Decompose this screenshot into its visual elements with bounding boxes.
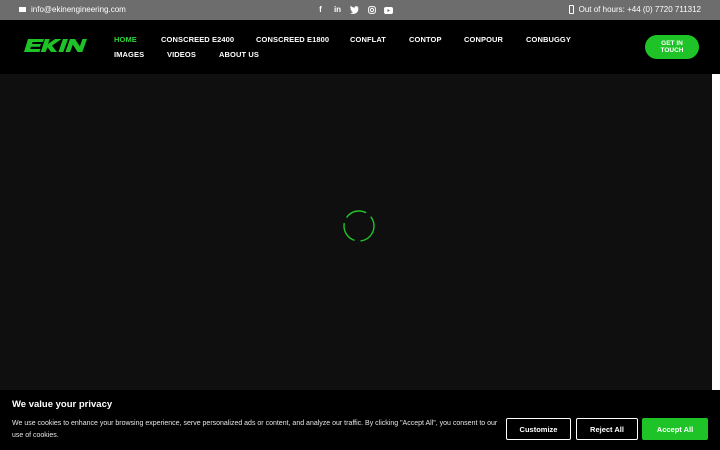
cookie-message: We use cookies to enhance your browsing …: [12, 420, 498, 439]
site-header: HOME CONSCREED E2400 CONSCREED E1800 CON…: [0, 20, 720, 74]
nav-item-home[interactable]: HOME: [114, 35, 137, 44]
get-in-touch-button[interactable]: GET IN TOUCH: [645, 35, 699, 59]
top-bar: info@ekinengineering.com f in Out of hou…: [0, 0, 720, 20]
nav-item-about-us[interactable]: ABOUT US: [219, 50, 259, 59]
nav-item-conscreed-e1800[interactable]: CONSCREED E1800: [256, 35, 329, 44]
instagram-icon[interactable]: [367, 5, 376, 15]
loading-spinner-icon: [343, 210, 375, 242]
accept-all-button[interactable]: Accept All: [642, 418, 708, 440]
email-link[interactable]: info@ekinengineering.com: [19, 5, 126, 14]
nav-item-videos[interactable]: VIDEOS: [167, 50, 196, 59]
nav-item-contop[interactable]: CONTOP: [409, 35, 442, 44]
social-links: f in: [316, 5, 393, 15]
linkedin-icon[interactable]: in: [333, 5, 342, 15]
scrollbar[interactable]: [712, 74, 720, 390]
nav-item-conscreed-e2400[interactable]: CONSCREED E2400: [161, 35, 234, 44]
cookie-consent-banner: We value your privacy We use cookies to …: [0, 390, 720, 450]
ekin-logo-graphic: [24, 39, 87, 52]
facebook-icon[interactable]: f: [316, 5, 325, 15]
phone-icon: [568, 5, 574, 14]
out-of-hours-phone[interactable]: Out of hours: +44 (0) 7720 711312: [568, 5, 701, 14]
nav-item-images[interactable]: IMAGES: [114, 50, 144, 59]
email-text: info@ekinengineering.com: [31, 5, 126, 14]
cta-line-2: TOUCH: [660, 47, 684, 54]
twitter-icon[interactable]: [350, 5, 359, 15]
youtube-icon[interactable]: [384, 5, 393, 15]
customize-button[interactable]: Customize: [506, 418, 571, 440]
cookie-title: We value your privacy: [12, 399, 113, 410]
cta-line-1: GET IN: [661, 40, 683, 47]
nav-item-conbuggy[interactable]: CONBUGGY: [526, 35, 571, 44]
nav-item-conpour[interactable]: CONPOUR: [464, 35, 503, 44]
mail-icon: [19, 7, 26, 12]
reject-all-button[interactable]: Reject All: [576, 418, 638, 440]
hours-text: Out of hours: +44 (0) 7720 711312: [578, 5, 701, 14]
ekin-logo[interactable]: [24, 39, 98, 60]
nav-item-conflat[interactable]: CONFLAT: [350, 35, 386, 44]
